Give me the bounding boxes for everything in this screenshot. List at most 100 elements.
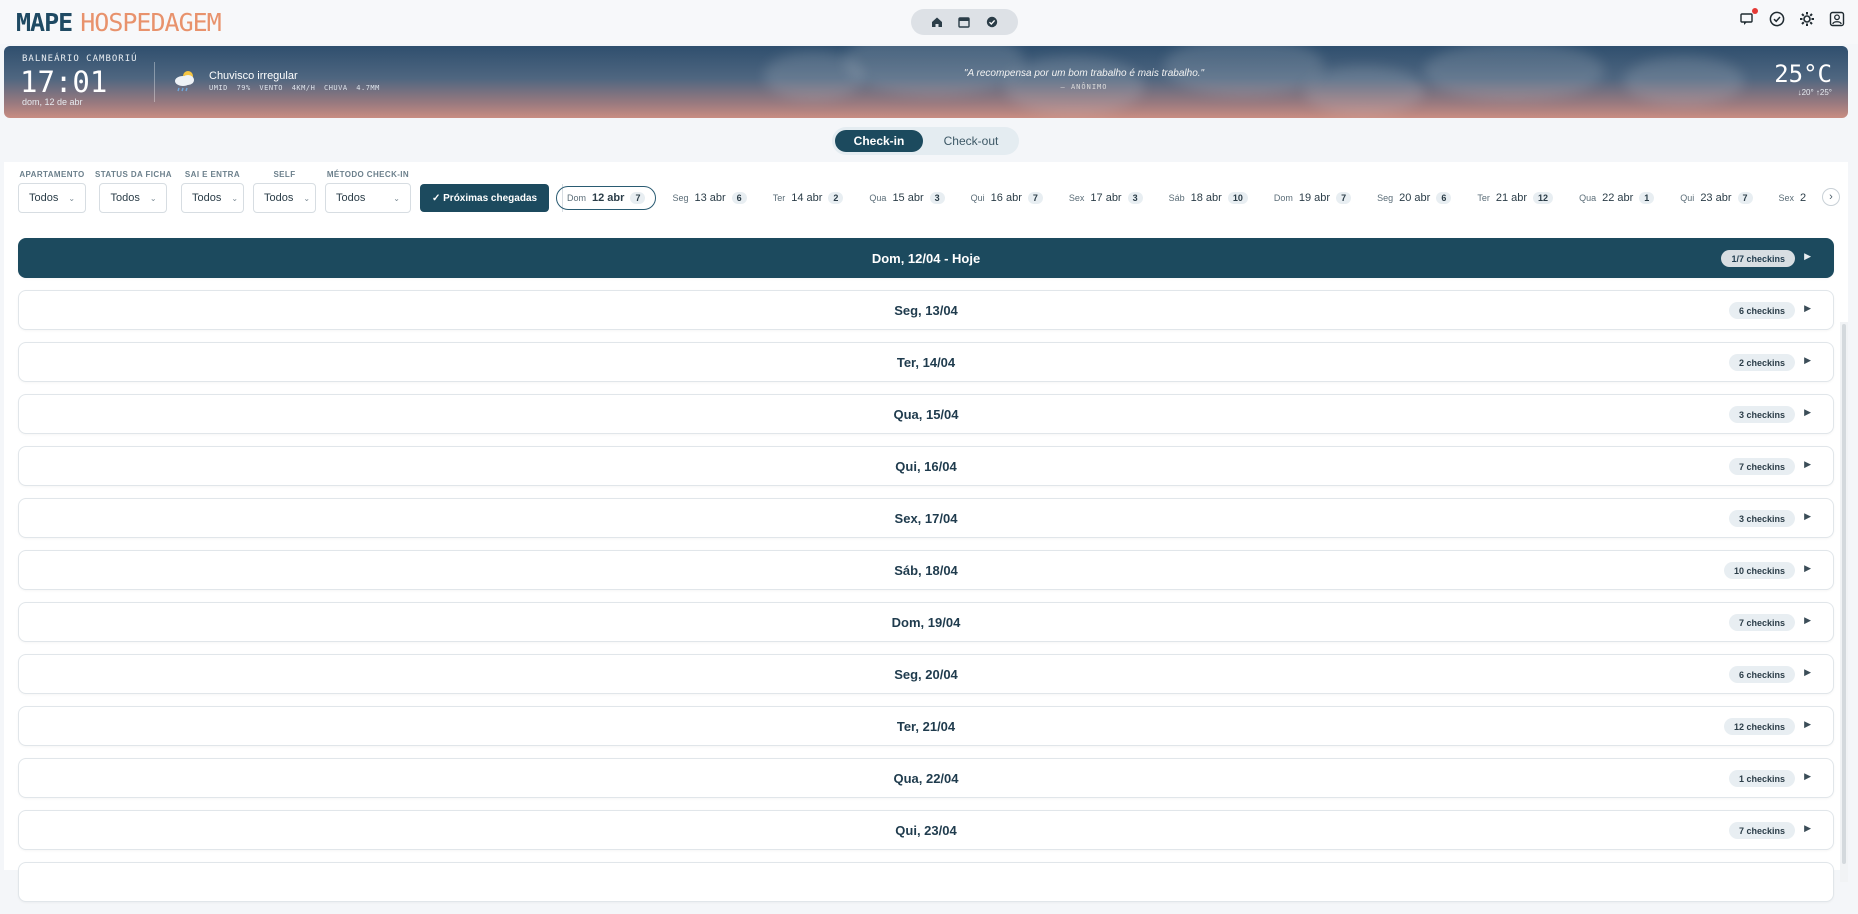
- filter-apartamento: APARTAMENTO Todos ⌄: [18, 170, 86, 213]
- chevron-down-icon: ⌄: [68, 193, 76, 203]
- day-row-today[interactable]: Dom, 12/04 - Hoje 1/7 checkins ▶: [18, 238, 1834, 278]
- day-chip-weekday: Dom: [1273, 193, 1293, 203]
- day-chip[interactable]: Ter 14 abr 2: [763, 186, 854, 210]
- day-row[interactable]: Sáb, 18/04 10 checkins ▶: [18, 550, 1834, 590]
- day-row[interactable]: Qua, 15/04 3 checkins ▶: [18, 394, 1834, 434]
- checkin-checkout-toggle: Check-in Check-out: [832, 127, 1019, 155]
- day-chip[interactable]: Seg 20 abr 6: [1367, 186, 1461, 210]
- chevron-right-icon[interactable]: ›: [1822, 188, 1840, 206]
- day-row[interactable]: Qui, 16/04 7 checkins ▶: [18, 446, 1834, 486]
- day-chip[interactable]: Sex 17 abr 3: [1059, 186, 1153, 210]
- weather-divider: [154, 62, 155, 102]
- day-chip-weekday: Qua: [869, 193, 887, 203]
- expand-arrow-icon[interactable]: ▶: [1804, 355, 1811, 366]
- day-chip-date: 15 abr: [892, 192, 924, 204]
- day-chip-count: 1: [1639, 192, 1655, 204]
- day-row[interactable]: Ter, 21/04 12 checkins ▶: [18, 706, 1834, 746]
- expand-arrow-icon[interactable]: ▶: [1804, 511, 1811, 522]
- day-row[interactable]: Qui, 23/04 7 checkins ▶: [18, 810, 1834, 850]
- day-chip-weekday: Sex: [1778, 193, 1795, 203]
- weather-quote-author: — ANÔNIMO: [1060, 83, 1108, 91]
- checkins-count-badge: 10 checkins: [1723, 562, 1795, 579]
- filter-bar: APARTAMENTO Todos ⌄ STATUS DA FICHA Todos…: [18, 170, 567, 213]
- expand-arrow-icon[interactable]: ▶: [1804, 667, 1811, 678]
- day-chip-date: 20 abr: [1399, 192, 1431, 204]
- day-chip[interactable]: Qua 15 abr 3: [859, 186, 954, 210]
- weather-time: 17:01: [20, 65, 108, 99]
- check-circle-icon[interactable]: [985, 15, 999, 29]
- day-row-title: Qua, 22/04: [893, 770, 959, 786]
- checkins-count-badge: 6 checkins: [1728, 666, 1795, 683]
- day-row-title: Qui, 23/04: [895, 822, 957, 838]
- day-chip[interactable]: Seg 13 abr 6: [662, 186, 756, 210]
- main-panel: APARTAMENTO Todos ⌄ STATUS DA FICHA Todos…: [4, 162, 1848, 902]
- day-row[interactable]: Seg, 13/04 6 checkins ▶: [18, 290, 1834, 330]
- day-chip[interactable]: Dom 12 abr 7: [556, 186, 657, 210]
- expand-arrow-icon[interactable]: ▶: [1804, 771, 1811, 782]
- checkins-count-badge: 2 checkins: [1728, 354, 1795, 371]
- filter-status-value: Todos: [110, 192, 140, 204]
- day-row-title: Seg, 13/04: [894, 302, 958, 318]
- filter-self-select[interactable]: Todos ⌄: [252, 183, 316, 213]
- proximas-chegadas-button[interactable]: ✓ Próximas chegadas: [419, 184, 550, 212]
- day-chip-date: 13 abr: [694, 192, 726, 204]
- scrollbar[interactable]: [1840, 322, 1848, 882]
- day-chip[interactable]: Sex 2: [1769, 186, 1817, 210]
- day-chip-count: 7: [630, 192, 646, 204]
- day-row[interactable]: Qua, 22/04 1 checkins ▶: [18, 758, 1834, 798]
- day-chip-weekday: Sáb: [1168, 193, 1185, 203]
- expand-arrow-icon[interactable]: ▶: [1804, 823, 1811, 834]
- weather-date: dom, 12 de abr: [22, 97, 83, 107]
- home-icon[interactable]: [930, 15, 944, 29]
- expand-arrow-icon[interactable]: ▶: [1804, 251, 1811, 262]
- expand-arrow-icon[interactable]: ▶: [1804, 615, 1811, 626]
- calendar-icon[interactable]: [957, 15, 971, 29]
- checkins-count-badge: 7 checkins: [1728, 458, 1795, 475]
- day-chip-count: 7: [1336, 192, 1352, 204]
- day-chip[interactable]: Sáb 18 abr 10: [1159, 186, 1258, 210]
- day-chip[interactable]: Dom 19 abr 7: [1264, 186, 1361, 210]
- notification-dot: [1752, 8, 1758, 14]
- day-row-title: Dom, 12/04 - Hoje: [871, 250, 981, 266]
- day-row[interactable]: Dom, 19/04 7 checkins ▶: [18, 602, 1834, 642]
- checkins-count-badge: 6 checkins: [1728, 302, 1795, 319]
- expand-arrow-icon[interactable]: ▶: [1804, 459, 1811, 470]
- weather-condition: Chuvisco irregular: [209, 70, 298, 82]
- day-row[interactable]: Sex, 17/04 3 checkins ▶: [18, 498, 1834, 538]
- profile-icon[interactable]: [1828, 10, 1846, 28]
- scrollbar-thumb[interactable]: [1842, 324, 1846, 864]
- expand-arrow-icon[interactable]: ▶: [1804, 719, 1811, 730]
- day-chip-date: 19 abr: [1298, 192, 1331, 204]
- day-chip[interactable]: Qui 23 abr 7: [1670, 186, 1762, 210]
- filter-self-label: SELF: [273, 170, 296, 179]
- day-chip[interactable]: Qua 22 abr 1: [1569, 186, 1664, 210]
- day-row[interactable]: Ter, 14/04 2 checkins ▶: [18, 342, 1834, 382]
- weather-stats: UMID 79% VENTO 4KM/H CHUVA 4.7MM: [209, 84, 380, 92]
- filter-metodo-value: Todos: [335, 192, 366, 204]
- filter-status: STATUS DA FICHA Todos ⌄: [95, 170, 172, 213]
- expand-arrow-icon[interactable]: ▶: [1804, 407, 1811, 418]
- filter-sai-entra-select[interactable]: Todos ⌄: [180, 183, 244, 213]
- filter-apartamento-label: APARTAMENTO: [19, 170, 85, 179]
- notifications-icon[interactable]: [1738, 8, 1758, 28]
- checkins-count-badge: 7 checkins: [1728, 822, 1795, 839]
- day-row[interactable]: Seg, 20/04 6 checkins ▶: [18, 654, 1834, 694]
- filter-metodo-select[interactable]: Todos ⌄: [324, 183, 411, 213]
- expand-arrow-icon[interactable]: ▶: [1804, 563, 1811, 574]
- day-chip-weekday: Dom: [567, 193, 587, 203]
- filter-status-select[interactable]: Todos ⌄: [99, 183, 168, 213]
- filter-sai-entra-label: SAI E ENTRA: [184, 170, 240, 179]
- app-logo[interactable]: MAPE HOSPEDAGEM: [16, 8, 222, 37]
- day-chip[interactable]: Ter 21 abr 12: [1467, 186, 1563, 210]
- settings-icon[interactable]: [1798, 10, 1816, 28]
- tab-checkout[interactable]: Check-out: [927, 130, 1015, 152]
- day-chip-count: 6: [1436, 192, 1452, 204]
- filter-apartamento-select[interactable]: Todos ⌄: [18, 183, 86, 213]
- day-row[interactable]: [18, 862, 1834, 902]
- expand-arrow-icon[interactable]: ▶: [1804, 303, 1811, 314]
- filter-sai-entra-value: Todos: [191, 192, 222, 204]
- day-chip[interactable]: Qui 16 abr 7: [961, 186, 1053, 210]
- tab-checkin[interactable]: Check-in: [835, 130, 923, 152]
- day-row-title: Ter, 14/04: [896, 354, 956, 370]
- check-badge-icon[interactable]: [1768, 10, 1786, 28]
